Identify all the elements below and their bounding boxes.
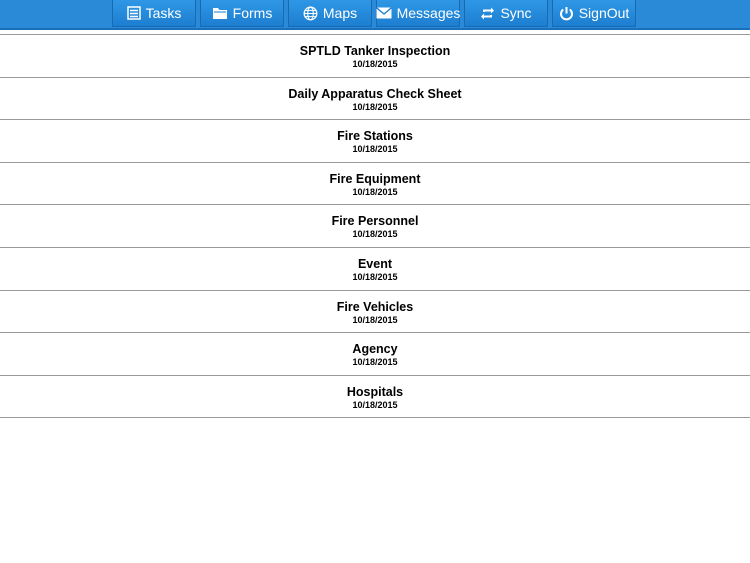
list-item[interactable]: Event 10/18/2015 xyxy=(0,248,750,291)
top-navigation-bar: Tasks Forms Maps Messages Sync SignOut xyxy=(0,0,750,30)
list-item-title: Fire Equipment xyxy=(329,171,421,186)
forms-label: Forms xyxy=(232,5,273,21)
list-item-title: Hospitals xyxy=(346,384,404,399)
list-item-title: Event xyxy=(357,256,393,271)
power-icon xyxy=(559,6,574,21)
list-item-date: 10/18/2015 xyxy=(352,144,398,155)
list-item-date: 10/18/2015 xyxy=(352,59,398,69)
sync-label: Sync xyxy=(500,5,532,21)
list-item-title: Fire Stations xyxy=(337,129,413,144)
list-item-date: 10/18/2015 xyxy=(352,314,398,325)
list-item[interactable]: Fire Stations 10/18/2015 xyxy=(0,120,750,163)
list-item[interactable]: Agency 10/18/2015 xyxy=(0,333,750,376)
list-item-date: 10/18/2015 xyxy=(352,271,398,282)
list-item-date: 10/18/2015 xyxy=(352,229,398,240)
list-item[interactable]: Fire Vehicles 10/18/2015 xyxy=(0,291,750,334)
signout-button[interactable]: SignOut xyxy=(552,0,636,27)
list-item[interactable]: Fire Personnel 10/18/2015 xyxy=(0,205,750,248)
list-item[interactable]: Daily Apparatus Check Sheet 10/18/2015 xyxy=(0,78,750,121)
envelope-icon xyxy=(375,7,392,19)
tasks-label: Tasks xyxy=(145,5,182,21)
globe-icon xyxy=(303,6,318,21)
list-item[interactable]: Hospitals 10/18/2015 xyxy=(0,376,750,419)
list-item-title: SPTLD Tanker Inspection xyxy=(299,44,451,58)
sync-button[interactable]: Sync xyxy=(464,0,548,27)
list-item-title: Daily Apparatus Check Sheet xyxy=(288,86,462,101)
list-icon xyxy=(126,6,141,20)
list-item-title: Fire Personnel xyxy=(331,214,419,229)
sync-icon xyxy=(480,6,495,21)
folder-icon xyxy=(212,6,228,20)
tasks-button[interactable]: Tasks xyxy=(112,0,196,27)
maps-label: Maps xyxy=(322,5,358,21)
list-item[interactable]: Fire Equipment 10/18/2015 xyxy=(0,163,750,206)
list-item-title: Agency xyxy=(352,342,398,357)
nav-button-group: Tasks Forms Maps Messages Sync SignOut xyxy=(112,0,636,28)
list-item-date: 10/18/2015 xyxy=(352,186,398,197)
list-item-date: 10/18/2015 xyxy=(352,357,398,368)
signout-label: SignOut xyxy=(578,5,630,21)
maps-button[interactable]: Maps xyxy=(288,0,372,27)
list-item[interactable]: SPTLD Tanker Inspection 10/18/2015 xyxy=(0,35,750,78)
messages-label: Messages xyxy=(396,5,461,21)
list-item-date: 10/18/2015 xyxy=(352,101,398,112)
list-item-date: 10/18/2015 xyxy=(352,399,398,410)
forms-list: SPTLD Tanker Inspection 10/18/2015 Daily… xyxy=(0,34,750,419)
list-item-title: Fire Vehicles xyxy=(336,299,414,314)
forms-button[interactable]: Forms xyxy=(200,0,284,27)
messages-button[interactable]: Messages xyxy=(375,0,461,27)
